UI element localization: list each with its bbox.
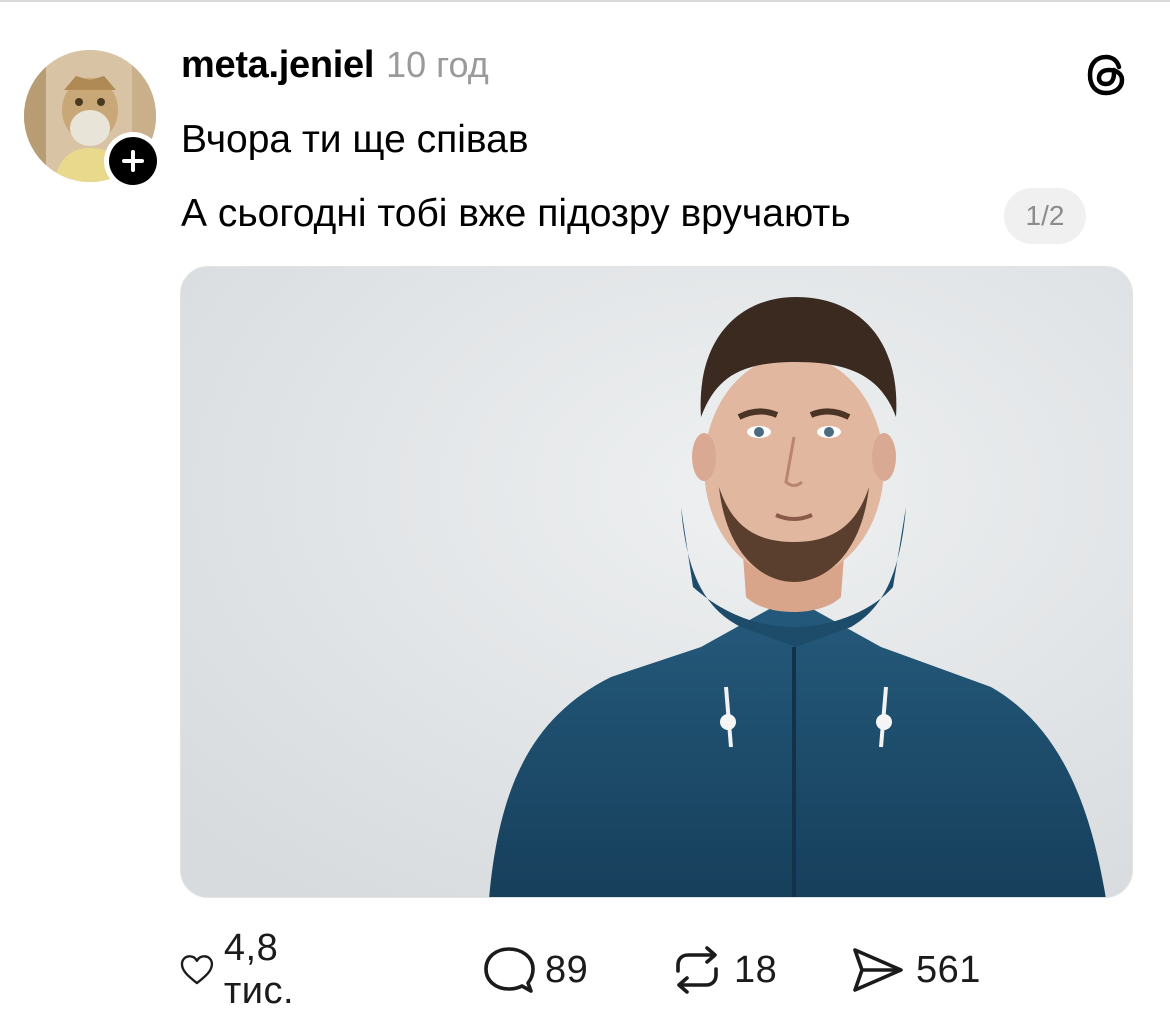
comment-bubble-icon: [484, 947, 535, 993]
comments-count: 89: [545, 948, 589, 991]
likes-count: 4,8 тис.: [223, 927, 295, 1012]
reposts-count: 18: [734, 948, 778, 991]
page-indicator: 1/2: [1004, 188, 1086, 244]
heart-icon: [180, 955, 214, 985]
repost-icon: [676, 946, 718, 994]
share-button[interactable]: 561: [850, 940, 981, 1000]
send-icon: [853, 948, 903, 992]
plus-icon: [122, 150, 144, 172]
post-photo[interactable]: [180, 266, 1133, 898]
like-button[interactable]: 4,8 тис.: [180, 927, 312, 1012]
comment-button[interactable]: 89: [483, 940, 588, 1000]
threads-logo-icon[interactable]: [1084, 52, 1130, 98]
post-text-line-1: Вчора ти ще співав: [181, 118, 529, 161]
username[interactable]: meta.jeniel: [181, 44, 374, 87]
post-time: 10 год: [386, 44, 489, 85]
follow-button[interactable]: [104, 132, 162, 190]
post-text-line-2: А сьогодні тобі вже підозру вручають: [181, 192, 851, 235]
post-header: meta.jeniel 10 год: [181, 44, 489, 96]
shares-count: 561: [916, 948, 981, 991]
top-divider: [0, 0, 1170, 2]
repost-button[interactable]: 18: [670, 940, 777, 1000]
